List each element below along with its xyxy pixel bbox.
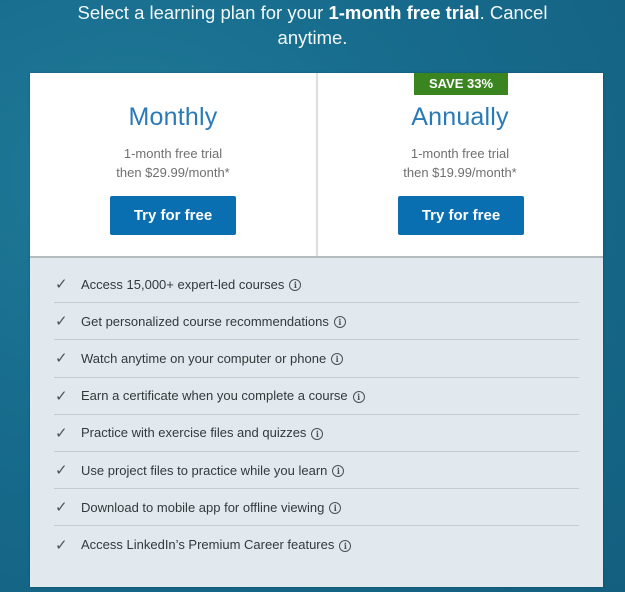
headline-prefix: Select a learning plan for your	[77, 2, 329, 23]
plan-card: Monthly 1-month free trial then $29.99/m…	[30, 73, 603, 587]
feature-list: ✓ Access 15,000+ expert-led courses i ✓ Get…	[54, 266, 579, 564]
checkmark-icon: ✓	[55, 536, 68, 554]
info-icon[interactable]: i	[332, 465, 345, 478]
plan-title: Annually	[411, 103, 509, 131]
feature-text: Download to mobile app for offline viewi…	[81, 499, 325, 515]
info-icon[interactable]: i	[311, 427, 324, 440]
plans-row: Monthly 1-month free trial then $29.99/m…	[30, 73, 603, 258]
info-icon[interactable]: i	[339, 539, 352, 552]
plan-price-text: then $29.99/month*	[116, 165, 230, 180]
info-icon[interactable]: i	[333, 316, 346, 329]
plan-pricing: 1-month free trial then $29.99/month*	[30, 144, 316, 182]
try-for-free-button-monthly[interactable]: Try for free	[110, 196, 236, 235]
feature-text: Earn a certificate when you complete a c…	[81, 388, 348, 404]
plan-pricing: 1-month free trial then $19.99/month*	[318, 144, 602, 182]
headline: Select a learning plan for your 1-month …	[0, 0, 625, 50]
headline-line-2: anytime.	[277, 27, 348, 48]
checkmark-icon: ✓	[55, 462, 68, 480]
plan-title: Monthly	[128, 103, 218, 131]
feature-item: ✓ Earn a certificate when you complete a …	[54, 378, 579, 415]
plan-trial-text: 1-month free trial	[410, 146, 510, 161]
feature-item: ✓ Download to mobile app for offline view…	[54, 489, 579, 527]
info-icon[interactable]: i	[329, 502, 342, 515]
checkmark-icon: ✓	[55, 424, 68, 442]
plan-annual: SAVE 33% Annually 1-month free trial the…	[316, 73, 602, 256]
headline-suffix: . Cancel	[479, 2, 548, 23]
headline-emphasis: 1-month free trial	[328, 2, 480, 23]
save-badge: SAVE 33%	[414, 73, 508, 95]
checkmark-icon: ✓	[55, 313, 68, 331]
feature-text: Watch anytime on your computer or phone	[81, 350, 327, 366]
try-for-free-button-annual[interactable]: Try for free	[398, 196, 524, 235]
feature-item: ✓ Watch anytime on your computer or phone…	[54, 340, 579, 378]
info-icon[interactable]: i	[289, 279, 302, 292]
feature-text: Practice with exercise files and quizzes	[81, 425, 307, 441]
feature-text: Use project files to practice while you …	[81, 462, 328, 478]
feature-item: ✓ Practice with exercise files and quizze…	[54, 415, 579, 452]
info-icon[interactable]: i	[331, 353, 344, 366]
plan-trial-text: 1-month free trial	[123, 146, 223, 161]
feature-text: Get personalized course recommendations	[81, 313, 329, 329]
checkmark-icon: ✓	[55, 276, 68, 294]
feature-item: ✓ Access 15,000+ expert-led courses i	[54, 266, 579, 304]
checkmark-icon: ✓	[55, 350, 68, 368]
feature-item: ✓ Get personalized course recommendations…	[54, 303, 579, 341]
feature-text: Access 15,000+ expert-led courses	[81, 276, 285, 292]
info-icon[interactable]: i	[352, 390, 365, 403]
plan-monthly: Monthly 1-month free trial then $29.99/m…	[30, 73, 316, 256]
feature-item: ✓ Access LinkedIn’s Premium Career featur…	[54, 526, 579, 563]
plan-price-text: then $19.99/month*	[403, 165, 517, 180]
features-panel: ✓ Access 15,000+ expert-led courses i ✓ Get…	[30, 258, 603, 587]
checkmark-icon: ✓	[55, 387, 68, 405]
checkmark-icon: ✓	[55, 499, 68, 517]
headline-line-1: Select a learning plan for your 1-month …	[0, 0, 625, 25]
feature-item: ✓ Use project files to practice while you…	[54, 452, 579, 490]
feature-text: Access LinkedIn’s Premium Career feature…	[81, 537, 335, 553]
